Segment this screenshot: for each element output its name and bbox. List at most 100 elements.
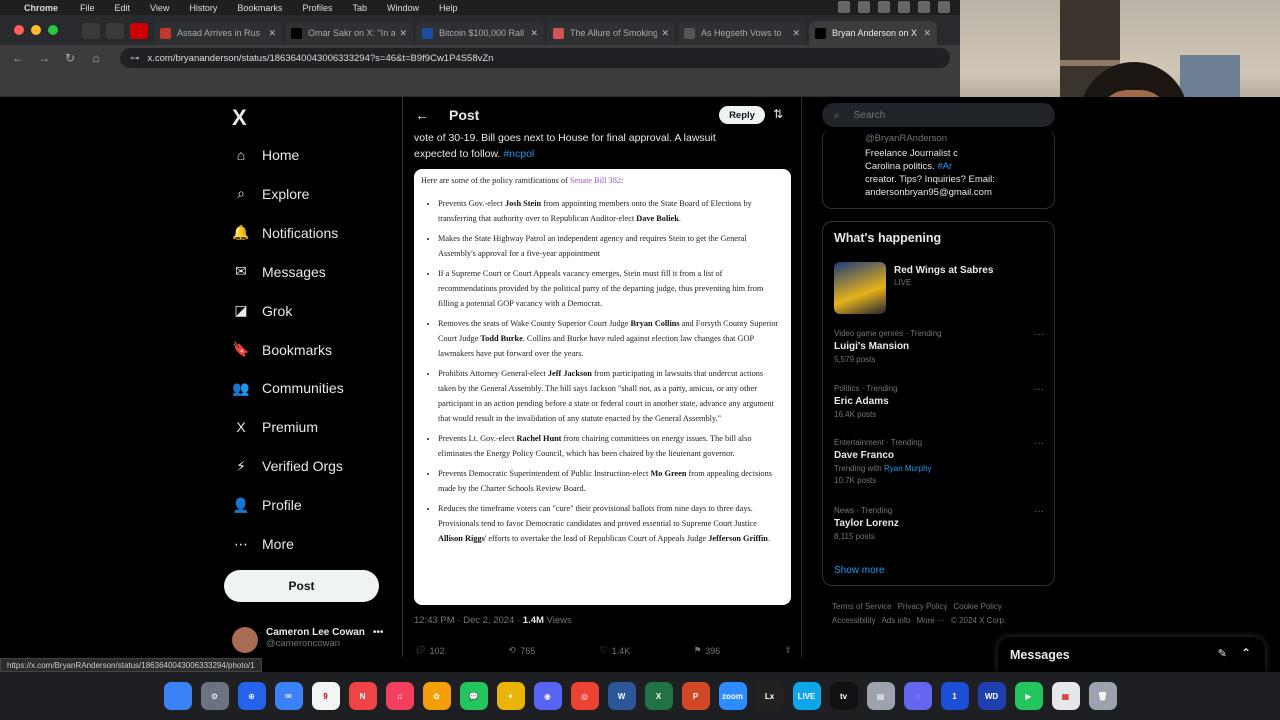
post-button[interactable]: Post [224,570,379,602]
minimize-window-button[interactable] [31,25,41,35]
dock-wd-icon[interactable]: WD [977,682,1006,710]
menu-tab[interactable]: Tab [352,3,367,13]
nav-item-communities[interactable]: 👥 Communities [232,374,343,402]
menu-file[interactable]: File [80,3,95,13]
dock-live-icon[interactable]: LIVE [792,682,821,710]
tray-icon[interactable] [898,1,910,13]
forward-icon[interactable]: → [36,51,52,65]
tweet-image[interactable]: Here are some of the policy ramification… [414,169,791,605]
menu-profiles[interactable]: Profiles [302,3,332,13]
nav-item-notifications[interactable]: 🔔 Notifications [232,219,338,247]
more-icon[interactable]: ··· [1034,329,1044,340]
dock-apple-tv-icon[interactable]: tv [829,682,858,710]
browser-tab[interactable]: As Hegseth Vows to ✕ [678,21,806,45]
close-tab-icon[interactable]: ✕ [268,28,276,39]
browser-tab[interactable]: Assad Arrives in Rus ✕ [154,21,282,45]
hashtag-link[interactable]: #ncpol [503,148,534,160]
show-more-link[interactable]: Show more [834,565,885,576]
menu-app-name[interactable]: Chrome [24,3,58,13]
reply-action[interactable]: 💬︎ 102 [414,645,444,656]
close-tab-icon[interactable]: ✕ [399,28,407,39]
nav-item-more[interactable]: ⋯ More [232,530,294,558]
menu-edit[interactable]: Edit [115,3,131,13]
x-logo[interactable]: X [232,105,247,131]
trend-item[interactable]: Entertainment · Trending Dave Franco Trend… [834,438,1044,485]
tray-icon[interactable] [858,1,870,13]
more-icon[interactable]: ··· [1034,384,1044,395]
dock-document-icon[interactable]: ▦ [1051,682,1080,710]
trend-item[interactable]: Politics · Trending Eric Adams 16.4K posts… [834,384,1044,419]
youtube-pinned-icon[interactable] [130,23,148,39]
menu-view[interactable]: View [150,3,169,13]
back-icon[interactable]: ← [10,51,26,65]
dock-zoom-icon[interactable]: zoom [718,682,747,710]
dock-facetime-icon[interactable]: ▶ [1014,682,1043,710]
footer-link[interactable]: Ads info [882,616,911,625]
more-icon[interactable]: ••• [373,627,384,638]
more-icon[interactable]: ··· [1034,506,1044,517]
nav-item-profile[interactable]: 👤 Profile [232,491,301,519]
zoom-window-button[interactable] [48,25,58,35]
filter-icon[interactable]: ⇅ [773,107,783,121]
tray-icon[interactable] [918,1,930,13]
dock-mail-icon[interactable]: ✉ [274,682,303,710]
profile-card[interactable]: @BryanRAnderson Freelance Journalist c C… [822,129,1055,209]
footer-link[interactable]: More ··· [916,616,944,625]
reload-icon[interactable]: ↻ [62,51,78,65]
menu-window[interactable]: Window [387,3,419,13]
back-arrow-icon[interactable]: ← [415,107,429,123]
tab-pinned-icon[interactable] [106,23,124,39]
dock-trash-icon[interactable]: 🗑 [1088,682,1117,710]
nav-item-messages[interactable]: ✉ Messages [232,258,326,286]
messages-drawer[interactable]: Messages ✎ ⌃ [998,637,1265,672]
tab-search-icon[interactable] [82,23,100,39]
tray-icon[interactable] [878,1,890,13]
dock-finder-icon[interactable] [163,682,192,710]
nav-item-verified-orgs[interactable]: ⚡ Verified Orgs [232,452,343,480]
nav-item-bookmarks[interactable]: 🔖 Bookmarks [232,336,332,364]
close-tab-icon[interactable]: ✕ [923,28,931,39]
dock-files-icon[interactable]: ▤ [866,682,895,710]
bookmark-action[interactable]: ⚑ 396 [694,645,720,656]
dock-lx-icon[interactable]: Lx [755,682,784,710]
more-icon[interactable]: ··· [1034,438,1044,449]
close-tab-icon[interactable]: ✕ [661,28,669,39]
dock-chrome-icon[interactable]: ◎ [570,682,599,710]
dock-photos-icon[interactable]: ✿ [422,682,451,710]
nav-item-premium[interactable]: X Premium [232,413,318,441]
nav-item-explore[interactable]: ⌕ Explore [232,180,309,208]
site-info-icon[interactable]: ⊶ [130,53,140,64]
trend-item[interactable]: News · Trending Taylor Lorenz 8,115 posts ·… [834,506,1044,541]
expand-icon[interactable]: ⌃ [1241,646,1251,660]
footer-link[interactable]: Accessibility [832,616,876,625]
close-tab-icon[interactable]: ✕ [792,28,800,39]
dock-1password-icon[interactable]: 1 [940,682,969,710]
dock-news-icon[interactable]: N [348,682,377,710]
dock-chat-icon[interactable]: ◌ [903,682,932,710]
tray-icon[interactable] [838,1,850,13]
dock-word-icon[interactable]: W [607,682,636,710]
browser-tab[interactable]: Bryan Anderson on X ✕ [809,21,937,45]
dock-music-icon[interactable]: ♫ [385,682,414,710]
dock-excel-icon[interactable]: X [644,682,673,710]
search-input[interactable]: ⌕ Search [822,103,1055,127]
trend-item[interactable]: Video game genres · Trending Luigi's Mans… [834,329,1044,364]
dock-messages-icon[interactable]: 💬 [459,682,488,710]
browser-tab[interactable]: Omar Sakr on X: "In a ✕ [285,21,413,45]
menu-help[interactable]: Help [439,3,458,13]
close-window-button[interactable] [14,25,24,35]
footer-link[interactable]: © 2024 X Corp. [951,616,1006,625]
dock-calendar-icon[interactable]: 9 [311,682,340,710]
live-event[interactable]: Red Wings at Sabres LIVE [834,262,1054,314]
like-action[interactable]: ♡ 1.4K [600,645,631,656]
footer-link[interactable]: Privacy Policy [898,602,948,611]
dock-butterfly-icon[interactable]: ✦ [496,682,525,710]
footer-link[interactable]: Terms of Service [832,602,892,611]
tray-icon[interactable] [938,1,950,13]
footer-link[interactable]: Cookie Policy [953,602,1001,611]
new-message-icon[interactable]: ✎ [1218,647,1227,660]
trend-related-link[interactable]: Ryan Murphy [884,464,932,473]
bio-hashtag[interactable]: #Ar [937,161,952,172]
nav-item-home[interactable]: ⌂ Home [232,141,300,169]
dock-powerpoint-icon[interactable]: P [681,682,710,710]
